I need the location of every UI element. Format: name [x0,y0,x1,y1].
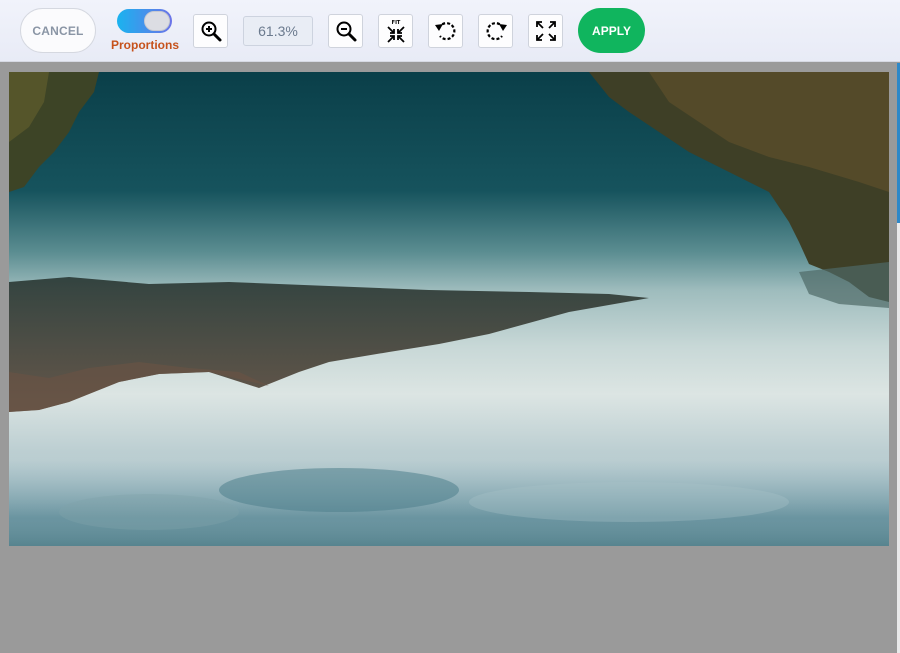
zoom-in-icon [201,21,221,42]
zoom-out-button[interactable] [328,14,363,48]
fit-to-screen-icon: FIT [386,20,405,43]
rotate-right-icon [486,22,507,41]
rotate-left-button[interactable] [428,14,463,48]
zoom-in-button[interactable] [193,14,228,48]
fullscreen-button[interactable] [528,14,563,48]
fit-to-screen-button[interactable]: FIT [378,14,413,48]
proportions-label: Proportions [111,38,179,52]
proportions-toggle[interactable] [117,9,172,33]
zoom-level-display: 61.3% [243,16,313,46]
fit-label: FIT [391,20,400,26]
rotate-right-button[interactable] [478,14,513,48]
fullscreen-icon [535,21,556,41]
landscape-image-graphic [9,72,889,546]
editor-toolbar: CANCEL Proportions 61.3% FIT APPLY [0,0,900,62]
cancel-button[interactable]: CANCEL [20,8,96,53]
toggle-knob [144,11,170,31]
edited-image[interactable] [9,72,889,546]
rotate-left-icon [434,22,455,41]
apply-button[interactable]: APPLY [578,8,645,53]
zoom-out-icon [336,21,356,42]
